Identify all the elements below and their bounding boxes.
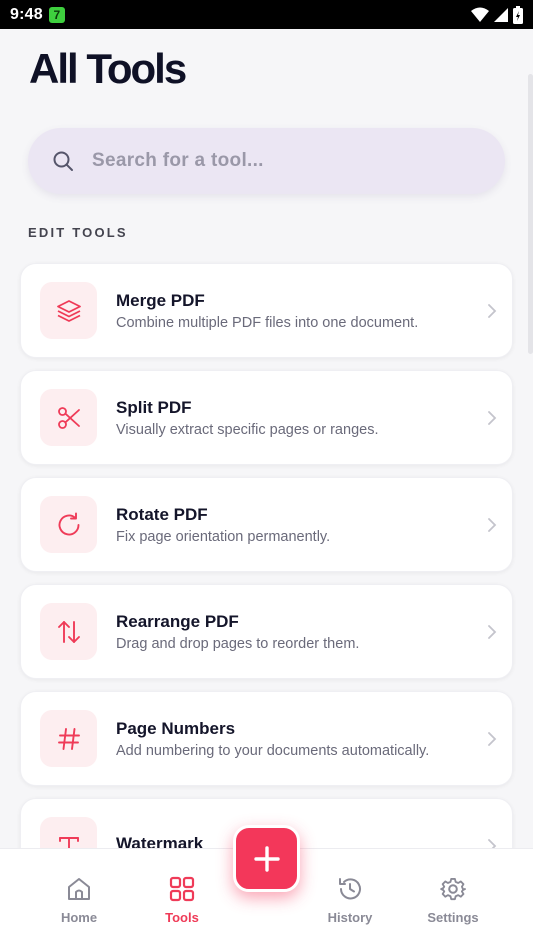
add-button[interactable]: [233, 825, 300, 892]
tool-card-rotate-pdf[interactable]: Rotate PDF Fix page orientation permanen…: [20, 477, 513, 572]
search-input[interactable]: [92, 150, 452, 172]
nav-label-home: Home: [60, 910, 98, 925]
tool-description: Visually extract specific pages or range…: [116, 421, 379, 438]
nav-item-settings[interactable]: Settings: [408, 849, 498, 948]
nav-label-settings: Settings: [427, 910, 479, 925]
scrollbar-thumb[interactable]: [528, 74, 533, 354]
tool-icon-container: [40, 282, 97, 339]
tool-description: Drag and drop pages to reorder them.: [116, 635, 360, 652]
tool-title: Merge PDF: [116, 290, 205, 310]
plus-icon: [253, 845, 280, 872]
search-bar[interactable]: [28, 128, 505, 194]
tool-card-page-numbers[interactable]: Page Numbers Add numbering to your docum…: [20, 691, 513, 786]
notification-badge: 7: [48, 6, 65, 23]
tool-icon-container: [40, 710, 97, 767]
section-label-edit-tools: EDIT TOOLS: [28, 225, 128, 240]
chevron-right-icon: [488, 517, 497, 532]
tool-card-merge-pdf[interactable]: Merge PDF Combine multiple PDF files int…: [20, 263, 513, 358]
tool-title: Rearrange PDF: [116, 611, 239, 631]
search-icon: [53, 151, 73, 171]
layers-icon: [56, 299, 81, 322]
status-icons: [471, 5, 523, 24]
tool-icon-container: [40, 817, 97, 848]
rotate-icon: [58, 512, 79, 535]
home-icon: [68, 878, 90, 900]
tool-list: Merge PDF Combine multiple PDF files int…: [20, 263, 513, 848]
tool-title: Split PDF: [116, 397, 192, 417]
text-icon: [58, 836, 79, 848]
nav-item-tools[interactable]: Tools: [137, 849, 227, 948]
tool-card-split-pdf[interactable]: Split PDF Visually extract specific page…: [20, 370, 513, 465]
tool-title: Rotate PDF: [116, 504, 208, 524]
tool-description: Add numbering to your documents automati…: [116, 742, 430, 759]
nav-item-home[interactable]: Home: [34, 849, 124, 948]
status-bar: 9:48 7: [0, 0, 533, 29]
chevron-right-icon: [488, 303, 497, 318]
chevron-right-icon: [488, 624, 497, 639]
signal-icon: [494, 7, 508, 22]
tool-icon-container: [40, 603, 97, 660]
nav-label-history: History: [327, 910, 373, 925]
status-time: 9:48: [10, 5, 43, 23]
nav-item-history[interactable]: History: [305, 849, 395, 948]
page-title: All Tools: [29, 45, 187, 92]
tool-icon-container: [40, 496, 97, 553]
chevron-right-icon: [488, 731, 497, 746]
tool-description: Fix page orientation permanently.: [116, 528, 331, 545]
nav-label-tools: Tools: [165, 910, 199, 925]
tool-description: Combine multiple PDF files into one docu…: [116, 314, 419, 331]
history-icon: [339, 878, 361, 900]
tool-title: Page Numbers: [116, 718, 236, 738]
tool-card-rearrange-pdf[interactable]: Rearrange PDF Drag and drop pages to reo…: [20, 584, 513, 679]
tool-icon-container: [40, 389, 97, 446]
scissors-icon: [57, 406, 80, 429]
main-content: All Tools EDIT TOOLS Merge PDF Combine m…: [0, 29, 533, 848]
chevron-right-icon: [488, 838, 497, 848]
wifi-icon: [471, 7, 489, 22]
chevron-right-icon: [488, 410, 497, 425]
swap-arrows-icon: [57, 620, 80, 643]
grid-icon: [169, 876, 195, 902]
hash-icon: [57, 727, 80, 750]
gear-icon: [440, 878, 466, 901]
battery-icon: [513, 5, 523, 24]
